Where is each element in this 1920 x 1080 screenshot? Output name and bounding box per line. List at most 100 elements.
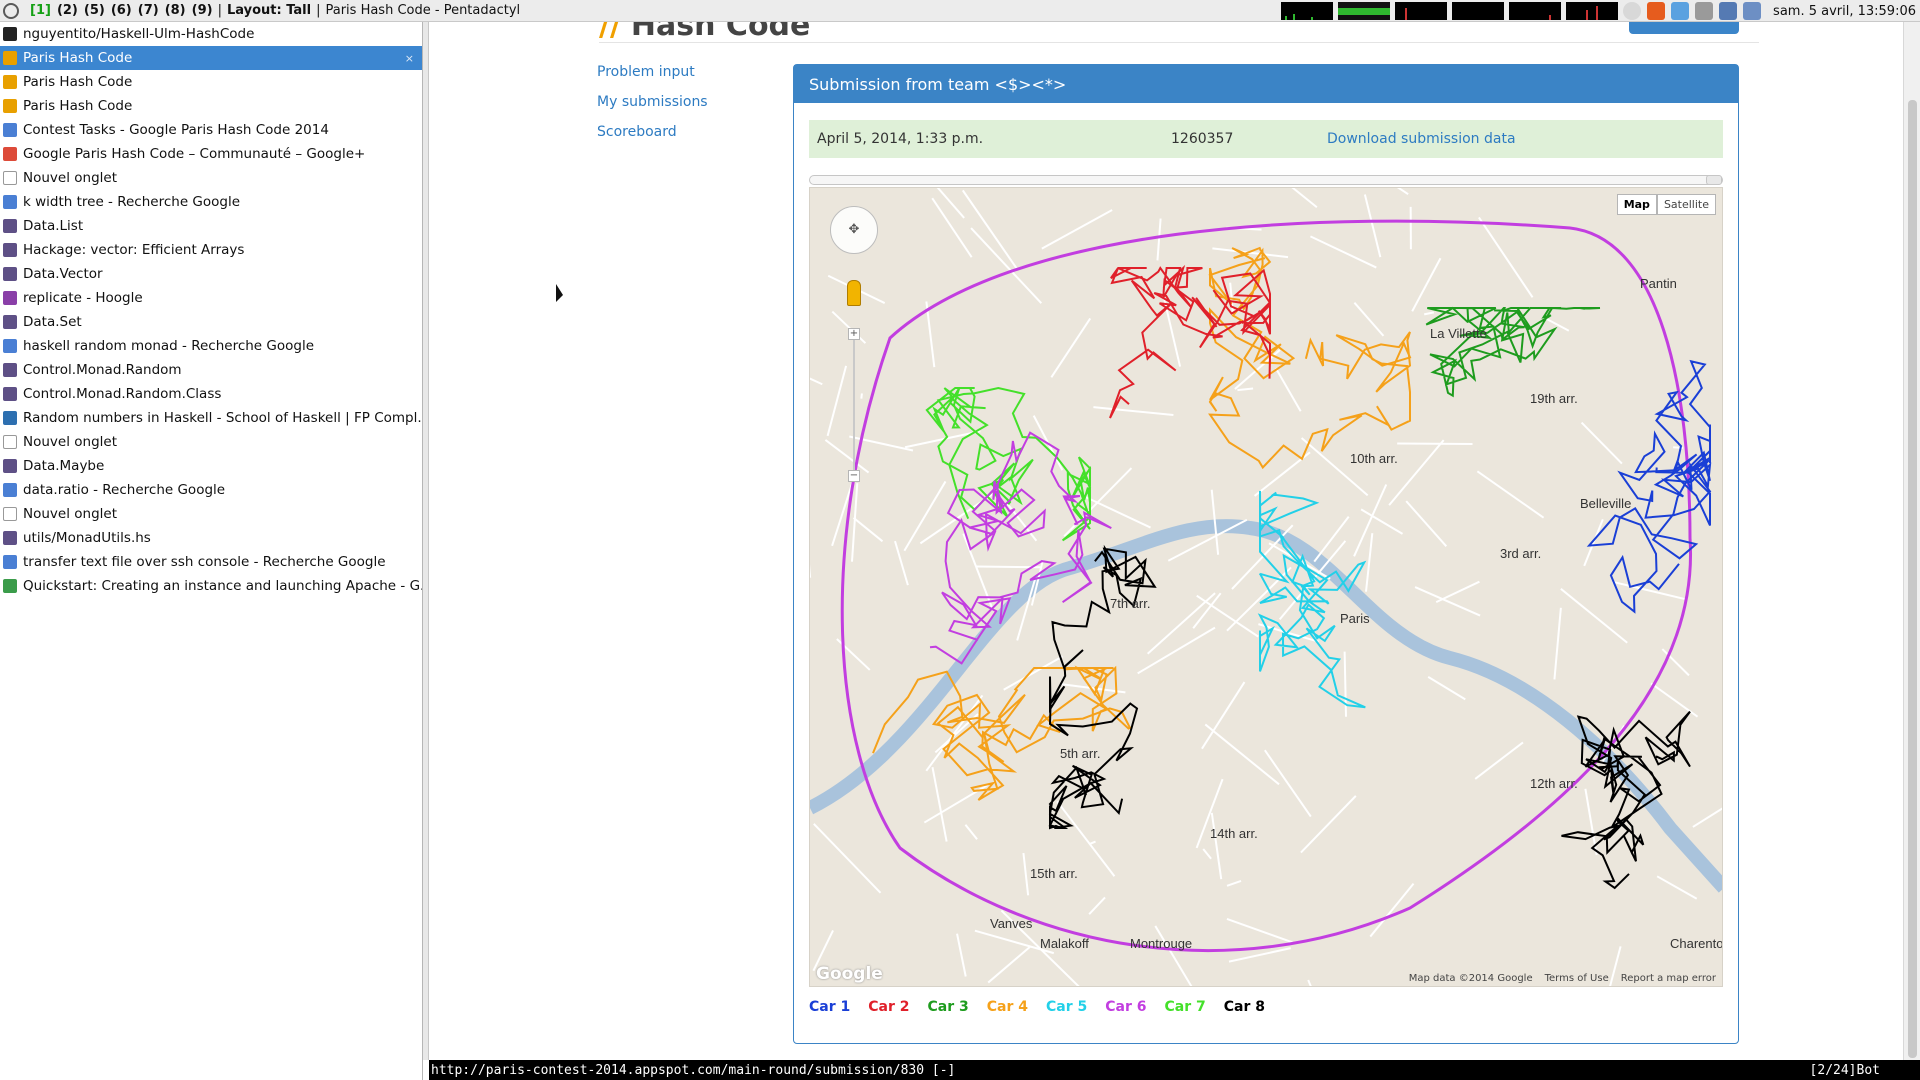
sidebar-tab-item[interactable]: Control.Monad.Random.Class (0, 382, 422, 406)
street (1300, 437, 1369, 497)
map-type-map-button[interactable]: Map (1616, 194, 1657, 215)
sidebar-tab-item[interactable]: Paris Hash Code × (0, 46, 422, 70)
system-tray: sam. 5 avril, 13:59:06 (1281, 0, 1920, 22)
street (1476, 470, 1545, 519)
sidebar-tab-item[interactable]: k width tree - Recherche Google (0, 190, 422, 214)
sidebar-tab-item[interactable]: data.ratio - Recherche Google (0, 478, 422, 502)
street (1414, 586, 1481, 617)
route-map[interactable]: Pantin 19th arr. 10th arr. 3rd arr. Paris 7th… (809, 187, 1723, 987)
close-tab-icon[interactable]: × (405, 52, 414, 65)
tab-sidebar: nguyentito/Haskell-Ulm-HashCode Paris Has… (0, 22, 423, 1080)
car-route (1425, 306, 1601, 398)
sidebar-tab-label: Google Paris Hash Code – Communauté – Go… (23, 146, 366, 162)
sidebar-tab-item[interactable]: Paris Hash Code (0, 94, 422, 118)
zoom-out-icon[interactable]: − (848, 470, 860, 482)
sidebar-tab-item[interactable]: Quickstart: Creating an instance and lau… (0, 574, 422, 598)
layout-indicator: Layout: Tall (226, 3, 312, 18)
zoom-slider-track[interactable] (853, 340, 855, 470)
street (1226, 917, 1294, 944)
dropbox-icon[interactable] (1671, 2, 1690, 20)
sidebar-tab-item[interactable]: nguyentito/Haskell-Ulm-HashCode (0, 22, 422, 46)
street (1237, 387, 1254, 392)
battery-icon[interactable] (1743, 2, 1762, 20)
legend-car-8: Car 8 (1223, 999, 1265, 1015)
map-horizontal-scrollbar[interactable] (809, 175, 1723, 185)
legend-car-3: Car 3 (927, 999, 969, 1015)
volume-icon[interactable] (1695, 2, 1714, 20)
street (1396, 188, 1409, 196)
street-view-pegman-icon[interactable] (847, 280, 861, 306)
zoom-in-icon[interactable]: + (848, 328, 860, 340)
workspace-6[interactable]: (6) (111, 3, 132, 18)
haskell-icon (3, 387, 17, 401)
scrollbar-thumb[interactable] (1908, 100, 1917, 1058)
nav-problem-input[interactable]: Problem input (597, 64, 708, 80)
street (810, 377, 823, 386)
street (1275, 367, 1302, 412)
map-canvas[interactable]: Pantin 19th arr. 10th arr. 3rd arr. Paris 7th… (810, 188, 1723, 987)
notification-icon[interactable] (1647, 2, 1666, 20)
sidebar-tab-item[interactable]: utils/MonadUtils.hs (0, 526, 422, 550)
sidebar-tab-item[interactable]: Data.Set (0, 310, 422, 334)
arch-logo-icon[interactable] (0, 0, 22, 22)
map-type-satellite-button[interactable]: Satellite (1656, 194, 1716, 215)
street (824, 439, 870, 474)
sidebar-tab-item[interactable]: Control.Monad.Random (0, 358, 422, 382)
sidebar-tab-item[interactable]: Paris Hash Code (0, 70, 422, 94)
street (1543, 316, 1570, 332)
street (1360, 508, 1404, 535)
weather-icon[interactable] (1623, 2, 1642, 20)
status-bar: http://paris-contest-2014.appspot.com/ma… (429, 1060, 1920, 1080)
street (1041, 209, 1113, 250)
sidebar-tab-item[interactable]: transfer text file over ssh console - Re… (0, 550, 422, 574)
workspace-5[interactable]: (5) (84, 3, 105, 18)
report-map-error-link[interactable]: Report a map error (1621, 973, 1716, 984)
pan-control-icon[interactable]: ✥ (830, 206, 878, 254)
nav-my-submissions[interactable]: My submissions (597, 94, 708, 110)
sidebar-tab-item[interactable]: Random numbers in Haskell - School of Ha… (0, 406, 422, 430)
sidebar-tab-label: Random numbers in Haskell - School of Ha… (23, 410, 422, 426)
map-label: Charenton (1670, 936, 1723, 951)
network-icon[interactable] (1719, 2, 1738, 20)
street (1192, 592, 1222, 629)
street (1388, 439, 1445, 506)
terms-of-use-link[interactable]: Terms of Use (1545, 973, 1609, 984)
sidebar-tab-label: Paris Hash Code (23, 74, 133, 90)
sidebar-tab-item[interactable]: Nouvel onglet (0, 430, 422, 454)
map-label: Paris (1340, 611, 1370, 626)
page-vertical-scrollbar[interactable] (1903, 22, 1920, 1060)
sidebar-tab-item[interactable]: Data.Maybe (0, 454, 422, 478)
street (987, 946, 1031, 984)
street (1212, 247, 1289, 259)
street (931, 766, 948, 842)
separator: | (217, 3, 222, 18)
sidebar-tab-item[interactable]: Nouvel onglet (0, 166, 422, 190)
zoom-control[interactable]: + − (848, 328, 860, 488)
sidebar-tab-item[interactable]: replicate - Hoogle (0, 286, 422, 310)
street (1580, 421, 1623, 465)
sidebar-tab-item[interactable]: Data.List (0, 214, 422, 238)
nav-scoreboard[interactable]: Scoreboard (597, 124, 708, 140)
sidebar-tab-item[interactable]: Google Paris Hash Code – Communauté – Go… (0, 142, 422, 166)
sidebar-tab-item[interactable]: Data.Vector (0, 262, 422, 286)
memory-monitor (1338, 2, 1391, 20)
submission-score: 1260357 (1171, 131, 1234, 147)
map-label: La Villette (1430, 326, 1487, 341)
workspace-current[interactable]: [1] (30, 3, 51, 18)
workspace-2[interactable]: (2) (57, 3, 78, 18)
street (1353, 302, 1385, 337)
submission-panel: Submission from team <$><*> April 5, 201… (793, 64, 1739, 1044)
workspace-9[interactable]: (9) (192, 3, 213, 18)
workspace-7[interactable]: (7) (138, 3, 159, 18)
sidebar-tab-item[interactable]: Hackage: vector: Efficient Arrays (0, 238, 422, 262)
submission-info-row: April 5, 2014, 1:33 p.m. 1260357 Downloa… (809, 120, 1723, 158)
header-button[interactable] (1629, 22, 1739, 34)
sidebar-tab-item[interactable]: Nouvel onglet (0, 502, 422, 526)
sidebar-tab-item[interactable]: Contest Tasks - Google Paris Hash Code 2… (0, 118, 422, 142)
scrollbar-thumb[interactable] (1706, 175, 1722, 185)
sidebar-tab-item[interactable]: haskell random monad - Recherche Google (0, 334, 422, 358)
download-submission-link[interactable]: Download submission data (1327, 131, 1516, 147)
street (1085, 496, 1151, 529)
workspace-8[interactable]: (8) (165, 3, 186, 18)
street (1411, 257, 1442, 312)
